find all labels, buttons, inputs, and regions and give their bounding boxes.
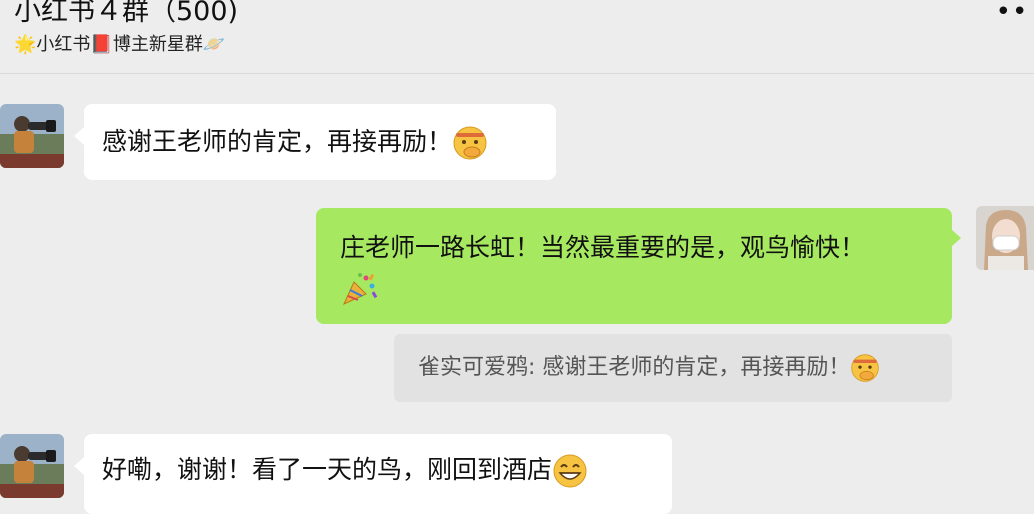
party-popper-icon [340, 270, 378, 308]
message-text: 好嘞，谢谢！看了一天的鸟，刚回到酒店 [102, 455, 553, 484]
avatar-photographer[interactable] [0, 434, 64, 498]
planet-icon: 🪐 [202, 34, 226, 55]
message-text: 庄老师一路长虹！当然最重要的是，观鸟愉快！ [340, 233, 866, 262]
star-icon: 🌟 [14, 34, 37, 55]
bubble-tail [74, 457, 84, 475]
chat-header: 小红书４群（500) 🌟小红书📕博主新星群🪐 •• [0, 0, 1034, 74]
message-text: 感谢王老师的肯定，再接再励！ [102, 127, 453, 156]
book-icon: 📕 [90, 34, 113, 55]
avatar-photographer-image [0, 104, 64, 168]
avatar-photographer-image [0, 434, 64, 498]
quoted-reply[interactable]: 雀实可爱鸦: 感谢王老师的肯定，再接再励！ [394, 334, 952, 402]
avatar-photographer[interactable] [0, 104, 64, 168]
chat-title: 小红书４群（500) [14, 0, 239, 27]
bubble-tail [74, 127, 84, 145]
subtitle-text-1: 小红书 [36, 34, 91, 55]
avatar-self-image [976, 206, 1034, 270]
quote-text: 雀实可爱鸦: 感谢王老师的肯定，再接再励！ [418, 355, 851, 380]
avatar-self[interactable] [976, 206, 1034, 270]
grinning-face-icon [552, 453, 588, 489]
subtitle-text-2: 博主新星群 [112, 34, 203, 55]
more-options-button[interactable]: •• [994, 0, 1030, 26]
outgoing-message[interactable]: 庄老师一路长虹！当然最重要的是，观鸟愉快！ [316, 208, 952, 324]
incoming-message[interactable]: 好嘞，谢谢！看了一天的鸟，刚回到酒店 [84, 434, 672, 514]
bubble-tail [951, 229, 961, 247]
chat-subtitle: 🌟小红书📕博主新星群🪐 [14, 32, 225, 58]
face-with-hand-over-mouth-icon [452, 125, 488, 161]
incoming-message[interactable]: 感谢王老师的肯定，再接再励！ [84, 104, 556, 180]
face-with-hand-over-mouth-icon [850, 353, 880, 383]
